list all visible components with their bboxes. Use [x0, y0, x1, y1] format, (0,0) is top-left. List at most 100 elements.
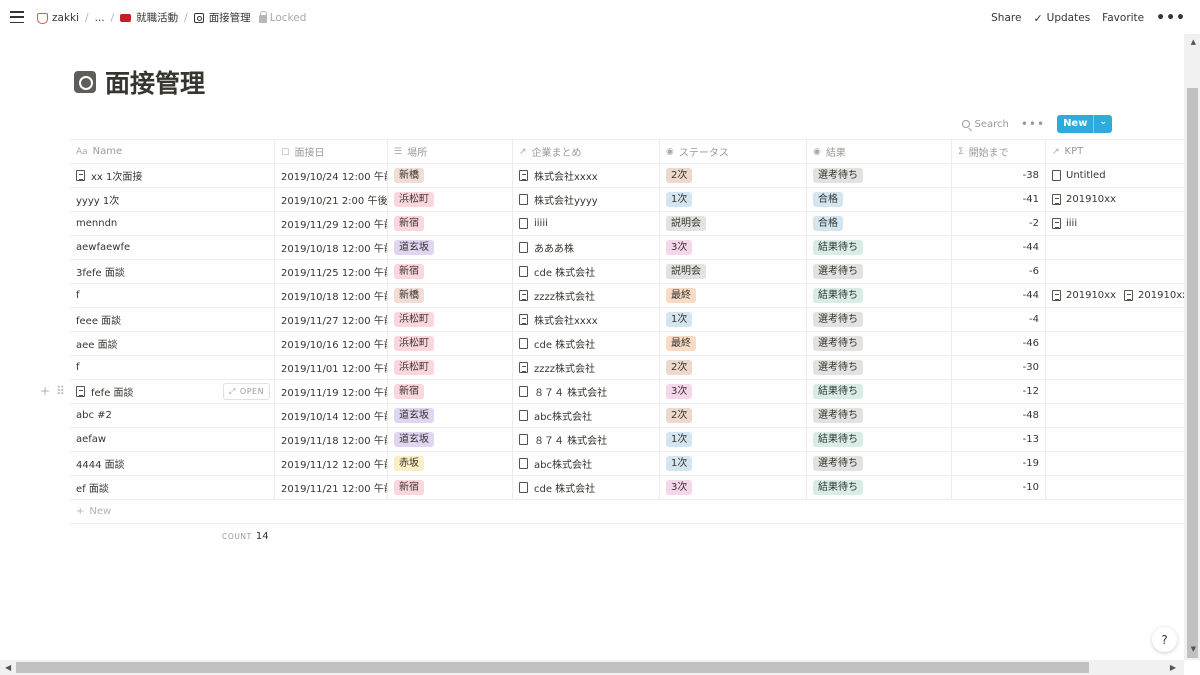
place-cell[interactable]: 新宿 [388, 476, 513, 499]
company-cell[interactable]: zzzz株式会社 [513, 356, 660, 379]
scroll-down-icon[interactable]: ▼ [1191, 645, 1196, 653]
name-cell[interactable]: menndn [70, 212, 275, 235]
status-cell[interactable]: 1次 [660, 452, 807, 475]
date-cell[interactable]: 2019/11/21 12:00 午前 [275, 476, 388, 499]
column-header-2[interactable]: ☰ 場所 [388, 140, 513, 163]
name-cell[interactable]: ef 面談 [70, 476, 275, 499]
share-button[interactable]: Share [991, 12, 1021, 24]
breadcrumb-current[interactable]: 面接管理 [193, 10, 251, 25]
kpt-relation[interactable]: 201910xx [1052, 194, 1116, 205]
kpt-cell[interactable] [1046, 404, 1185, 427]
company-cell[interactable]: ８７４ 株式会社 [513, 380, 660, 403]
status-cell[interactable]: 2次 [660, 164, 807, 187]
search-button[interactable]: Search [962, 119, 1009, 130]
company-relation[interactable]: ８７４ 株式会社 [519, 432, 607, 447]
kpt-cell[interactable] [1046, 428, 1185, 451]
kpt-cell[interactable] [1046, 476, 1185, 499]
company-cell[interactable]: ８７４ 株式会社 [513, 428, 660, 451]
locked-indicator[interactable]: Locked [258, 10, 306, 24]
company-relation[interactable]: abc株式会社 [519, 456, 592, 471]
table-row[interactable]: aee 面談 2019/10/16 12:00 午前 浜松町 cde 株式会社 最終 選考… [70, 332, 1185, 356]
result-cell[interactable]: 結果待ち [807, 380, 952, 403]
column-header-3[interactable]: ↗ 企業まとめ [513, 140, 660, 163]
horizontal-scrollbar[interactable]: ◀ ▶ [0, 660, 1184, 675]
status-cell[interactable]: 最終 [660, 332, 807, 355]
column-header-1[interactable]: ▢ 面接日 [275, 140, 388, 163]
company-cell[interactable]: 株式会社xxxx [513, 308, 660, 331]
column-header-4[interactable]: ◉ ステータス [660, 140, 807, 163]
company-relation[interactable]: ８７４ 株式会社 [519, 384, 607, 399]
company-cell[interactable]: 株式会社yyyy [513, 188, 660, 211]
place-cell[interactable]: 新宿 [388, 212, 513, 235]
result-cell[interactable]: 結果待ち [807, 284, 952, 307]
place-cell[interactable]: 道玄坂 [388, 236, 513, 259]
company-relation[interactable]: あああ株 [519, 240, 574, 255]
table-row[interactable]: aefaw 2019/11/18 12:00 午前 道玄坂 ８７４ 株式会社 1次 結果待… [70, 428, 1185, 452]
column-header-6[interactable]: Σ 開始まで [952, 140, 1046, 163]
result-cell[interactable]: 選考待ち [807, 404, 952, 427]
company-relation[interactable]: 株式会社xxxx [519, 312, 598, 327]
kpt-cell[interactable]: Untitled [1046, 164, 1185, 187]
date-cell[interactable]: 2019/10/18 12:00 午前 [275, 284, 388, 307]
page-title[interactable]: 面接管理 [105, 64, 205, 100]
company-cell[interactable]: cde 株式会社 [513, 332, 660, 355]
column-header-0[interactable]: Aa Name [70, 140, 275, 163]
company-cell[interactable]: あああ株 [513, 236, 660, 259]
place-cell[interactable]: 新橋 [388, 164, 513, 187]
place-cell[interactable]: 浜松町 [388, 308, 513, 331]
date-cell[interactable]: 2019/10/24 12:00 午前 [275, 164, 388, 187]
place-cell[interactable]: 道玄坂 [388, 404, 513, 427]
new-button[interactable]: New ⌄ [1057, 115, 1112, 133]
name-cell[interactable]: 4444 面談 [70, 452, 275, 475]
kpt-cell[interactable] [1046, 236, 1185, 259]
name-cell[interactable]: aewfaewfe [70, 236, 275, 259]
company-relation[interactable]: 株式会社xxxx [519, 168, 598, 183]
date-cell[interactable]: 2019/11/29 12:00 午前 [275, 212, 388, 235]
date-cell[interactable]: 2019/11/25 12:00 午前 [275, 260, 388, 283]
add-row-button[interactable]: + New [70, 500, 1185, 524]
company-cell[interactable]: abc株式会社 [513, 404, 660, 427]
menu-icon[interactable] [10, 11, 24, 23]
company-cell[interactable]: cde 株式会社 [513, 476, 660, 499]
breadcrumb-ellipsis[interactable]: ... [95, 12, 105, 24]
name-cell[interactable]: aefaw [70, 428, 275, 451]
result-cell[interactable]: 結果待ち [807, 428, 952, 451]
result-cell[interactable]: 選考待ち [807, 332, 952, 355]
company-relation[interactable]: abc株式会社 [519, 408, 592, 423]
table-row[interactable]: f 2019/11/01 12:00 午前 浜松町 zzzz株式会社 2次 選考待ち -30 [70, 356, 1185, 380]
date-cell[interactable]: 2019/10/14 12:00 午前 [275, 404, 388, 427]
table-count[interactable]: COUNT 14 [222, 531, 269, 542]
open-row-button[interactable]: ⤢ OPEN [223, 383, 271, 400]
date-cell[interactable]: 2019/11/01 12:00 午前 [275, 356, 388, 379]
status-cell[interactable]: 1次 [660, 308, 807, 331]
date-cell[interactable]: 2019/10/16 12:00 午前 [275, 332, 388, 355]
kpt-cell[interactable] [1046, 356, 1185, 379]
table-row[interactable]: fefe 面談 2019/11/19 12:00 午前 新宿 ８７４ 株式会社 3次 結果… [40, 380, 1185, 404]
column-header-7[interactable]: ↗ KPT [1046, 140, 1185, 163]
status-cell[interactable]: 1次 [660, 188, 807, 211]
status-cell[interactable]: 最終 [660, 284, 807, 307]
status-cell[interactable]: 3次 [660, 380, 807, 403]
breadcrumb-workspace[interactable]: zakki [36, 12, 79, 24]
column-header-5[interactable]: ◉ 結果 [807, 140, 952, 163]
kpt-relation[interactable]: iiii [1052, 218, 1077, 229]
status-cell[interactable]: 3次 [660, 236, 807, 259]
kpt-cell[interactable] [1046, 332, 1185, 355]
kpt-relation[interactable]: 201910xx [1124, 290, 1185, 301]
scroll-right-icon[interactable]: ▶ [1170, 663, 1176, 672]
table-row[interactable]: ef 面談 2019/11/21 12:00 午前 新宿 cde 株式会社 3次 結果待ち… [70, 476, 1185, 500]
place-cell[interactable]: 浜松町 [388, 332, 513, 355]
status-cell[interactable]: 2次 [660, 356, 807, 379]
kpt-cell[interactable]: 201910xx 201910xx [1046, 284, 1185, 307]
vertical-scroll-thumb[interactable] [1187, 88, 1198, 658]
table-row[interactable]: abc #2 2019/10/14 12:00 午前 道玄坂 abc株式会社 2次 選考待… [70, 404, 1185, 428]
date-cell[interactable]: 2019/11/18 12:00 午前 [275, 428, 388, 451]
scroll-up-icon[interactable]: ▲ [1191, 38, 1196, 46]
table-row[interactable]: feee 面談 2019/11/27 12:00 午前 浜松町 株式会社xxxx 1次 選… [70, 308, 1185, 332]
result-cell[interactable]: 選考待ち [807, 356, 952, 379]
horizontal-scroll-thumb[interactable] [16, 662, 1089, 673]
place-cell[interactable]: 新橋 [388, 284, 513, 307]
place-cell[interactable]: 浜松町 [388, 188, 513, 211]
kpt-cell[interactable] [1046, 380, 1185, 403]
result-cell[interactable]: 合格 [807, 188, 952, 211]
